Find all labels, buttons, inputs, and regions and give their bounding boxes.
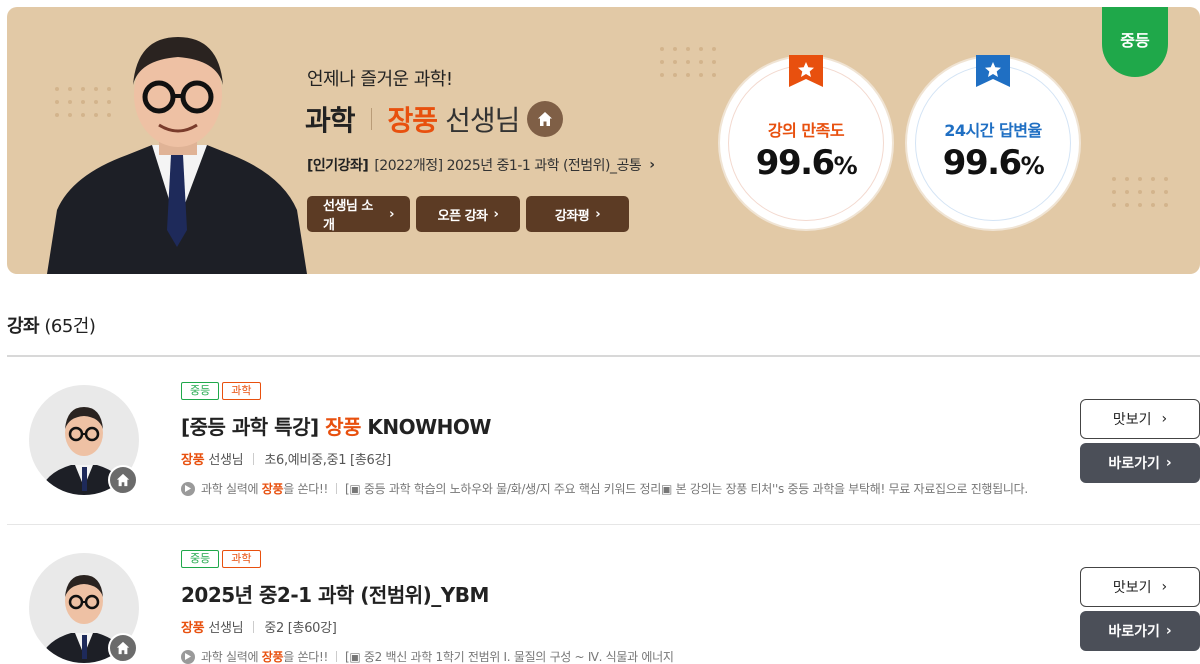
popular-course-link[interactable]: [인기강좌] [2022개정] 2025년 중1-1 과학 (전범위)_공통 › bbox=[307, 155, 655, 175]
course-teacher: 장풍 bbox=[181, 453, 205, 468]
course-meta: 장풍 선생님 초6,예비중,중1 [총6강] bbox=[181, 449, 391, 468]
teacher-home-button[interactable] bbox=[527, 101, 564, 137]
divider bbox=[370, 108, 372, 130]
home-icon bbox=[116, 641, 130, 655]
level-badge: 중등 bbox=[181, 550, 220, 568]
teacher-name: 장풍 bbox=[387, 104, 439, 137]
level-tab-middle[interactable]: 중등 bbox=[1102, 7, 1168, 77]
teacher-banner: 언제나 즐거운 과학! 과학 장풍 선생님 [인기강좌] [2022개정] 20… bbox=[7, 7, 1200, 274]
decor-dots bbox=[660, 47, 716, 77]
chevron-right-icon: › bbox=[493, 206, 499, 222]
subject-badge: 과학 bbox=[222, 550, 261, 568]
course-teacher-suffix: 선생님 bbox=[208, 453, 244, 468]
home-icon bbox=[538, 112, 553, 126]
chevron-right-icon: › bbox=[595, 206, 601, 222]
section-title-text: 강좌 bbox=[7, 316, 40, 337]
level-badge: 중등 bbox=[181, 382, 220, 400]
play-icon bbox=[181, 649, 195, 664]
teacher-home-button[interactable] bbox=[108, 633, 138, 663]
satisfaction-value: 99.6% bbox=[755, 143, 858, 183]
decor-dots bbox=[1112, 177, 1168, 207]
teacher-home-button[interactable] bbox=[108, 465, 138, 495]
satisfaction-stat: 강의 만족도 99.6% bbox=[720, 55, 892, 229]
course-teacher: 장풍 bbox=[181, 621, 205, 636]
course-teacher-suffix: 선생님 bbox=[208, 621, 244, 636]
section-count: (65건) bbox=[44, 316, 96, 337]
course-title[interactable]: [중등 과학 특강] 장풍 KNOWHOW bbox=[181, 411, 491, 440]
course-meta: 장풍 선생님 중2 [총60강] bbox=[181, 617, 337, 636]
answer-rate-value: 99.6% bbox=[942, 143, 1045, 183]
course-target: 중2 [총60강] bbox=[264, 621, 337, 636]
open-course-button[interactable]: 오픈 강좌 › bbox=[416, 196, 520, 232]
teacher-suffix: 선생님 bbox=[445, 104, 520, 137]
satisfaction-label: 강의 만족도 bbox=[767, 121, 845, 140]
teacher-photo bbox=[47, 37, 307, 274]
answer-rate-label: 24시간 답변율 bbox=[944, 121, 1042, 140]
banner-intro: 언제나 즐거운 과학! bbox=[307, 69, 453, 90]
chevron-right-icon: › bbox=[1165, 623, 1172, 639]
go-to-course-button[interactable]: 바로가기 › bbox=[1080, 443, 1200, 483]
home-icon bbox=[116, 473, 130, 487]
course-item: 중등 과학 2025년 중2-1 과학 (전범위)_YBM 장풍 선생님 중2 … bbox=[7, 525, 1200, 664]
course-item: 중등 과학 [중등 과학 특강] 장풍 KNOWHOW 장풍 선생님 초6,예비… bbox=[7, 357, 1200, 525]
teacher-intro-label: 선생님 소개 bbox=[323, 199, 373, 233]
answer-rate-stat: 24시간 답변율 99.6% bbox=[907, 55, 1079, 229]
chevron-right-icon: › bbox=[389, 206, 394, 222]
course-title[interactable]: 2025년 중2-1 과학 (전범위)_YBM bbox=[181, 579, 489, 608]
review-button[interactable]: 강좌평 › bbox=[526, 196, 629, 232]
teacher-name-row: 과학 장풍 선생님 bbox=[305, 99, 564, 139]
star-ribbon-icon bbox=[976, 55, 1010, 87]
preview-button[interactable]: 맛보기 › bbox=[1080, 567, 1200, 607]
chevron-right-icon: › bbox=[649, 157, 655, 173]
subject-badge: 과학 bbox=[222, 382, 261, 400]
teacher-intro-button[interactable]: 선생님 소개 › bbox=[307, 196, 410, 233]
chevron-right-icon: › bbox=[1161, 411, 1168, 427]
review-label: 강좌평 bbox=[554, 208, 590, 224]
go-to-course-button[interactable]: 바로가기 › bbox=[1080, 611, 1200, 651]
course-description: 과학 실력에 장풍 을 쏜다!! [▣ 중등 과학 학습의 노하우와 물/화/생/… bbox=[181, 480, 1071, 497]
star-ribbon-icon bbox=[789, 55, 823, 87]
subject-label: 과학 bbox=[305, 104, 356, 137]
course-target: 초6,예비중,중1 [총6강] bbox=[264, 453, 391, 468]
chevron-right-icon: › bbox=[1165, 455, 1172, 471]
section-title: 강좌 (65건) bbox=[7, 312, 96, 338]
preview-button[interactable]: 맛보기 › bbox=[1080, 399, 1200, 439]
play-icon bbox=[181, 481, 195, 496]
course-badges: 중등 과학 bbox=[181, 382, 261, 400]
course-description: 과학 실력에 장풍 을 쏜다!! [▣ 중2 백신 과학 1학기 전범위 Ⅰ. 물… bbox=[181, 648, 1071, 664]
popular-course-title: [2022개정] 2025년 중1-1 과학 (전범위)_공통 bbox=[374, 158, 642, 174]
banner-button-row: 선생님 소개 › 오픈 강좌 › 강좌평 › bbox=[307, 196, 629, 233]
chevron-right-icon: › bbox=[1161, 579, 1168, 595]
popular-tag: [인기강좌] bbox=[307, 158, 369, 174]
course-badges: 중등 과학 bbox=[181, 550, 261, 568]
open-course-label: 오픈 강좌 bbox=[437, 208, 488, 224]
